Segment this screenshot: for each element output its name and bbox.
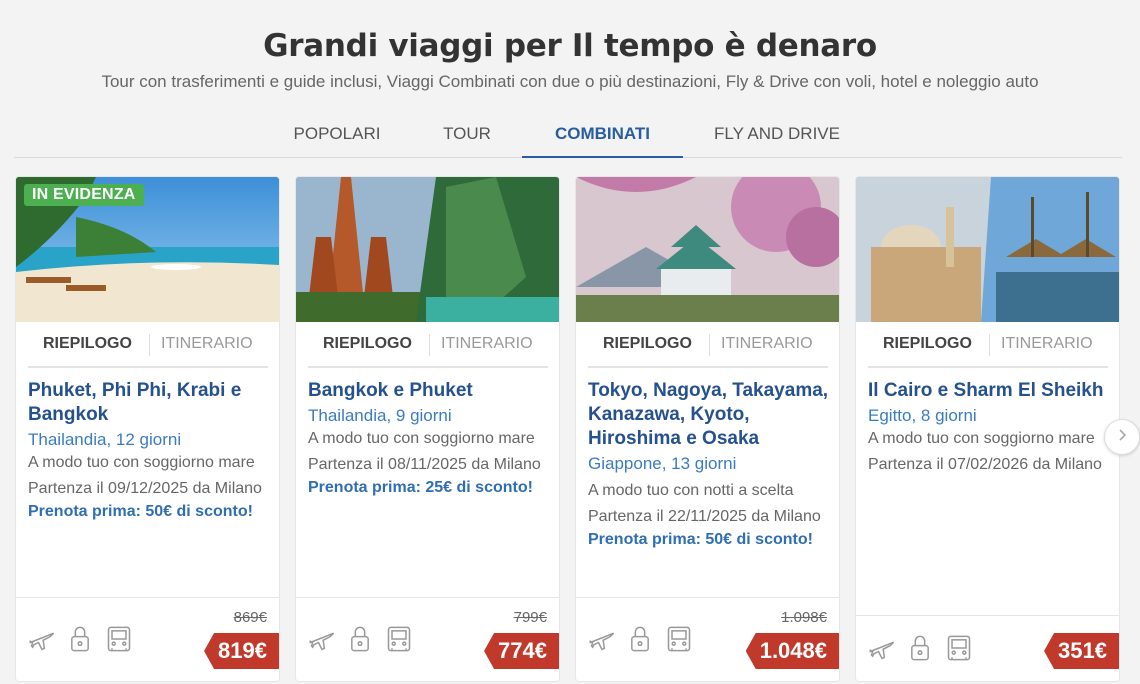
plane-icon (588, 625, 616, 658)
trip-card[interactable]: IN EVIDENZA RIEPILOGO ITINERARIO Phuket,… (15, 176, 280, 682)
bus-icon (945, 634, 973, 667)
bus-icon (665, 625, 693, 658)
tab-tour[interactable]: TOUR (407, 112, 527, 158)
subtab-divider (709, 334, 710, 356)
card-footer: 869€ 819€ (16, 597, 279, 681)
card-subtabs: RIEPILOGO ITINERARIO (308, 322, 548, 368)
trip-image[interactable] (576, 177, 839, 322)
service-icons (588, 625, 701, 658)
trip-country-days: Egitto, 8 giorni (868, 406, 977, 425)
subtab-itinerario[interactable]: ITINERARIO (1001, 335, 1093, 353)
trip-departure: Partenza il 08/11/2025 da Milano (308, 456, 541, 473)
subtab-riepilogo[interactable]: RIEPILOGO (883, 335, 972, 353)
service-icons (308, 625, 421, 658)
subtab-divider (989, 334, 990, 356)
service-icons (868, 634, 981, 667)
trip-country-days: Thailandia, 9 giorni (308, 406, 452, 425)
trip-image[interactable] (296, 177, 559, 322)
trip-destinations[interactable]: Phuket, Phi Phi, Krabi e Bangkok (28, 379, 272, 427)
tab-popolari[interactable]: POPOLARI (272, 112, 402, 158)
subtab-divider (149, 334, 150, 356)
trip-country-days: Giappone, 13 giorni (588, 454, 737, 473)
subtab-riepilogo[interactable]: RIEPILOGO (603, 335, 692, 353)
trip-destinations[interactable]: Tokyo, Nagoya, Takayama, Kanazawa, Kyoto… (588, 379, 832, 451)
subtab-divider (429, 334, 430, 356)
tab-combinati[interactable]: COMBINATI (522, 112, 683, 158)
card-footer: 1.098€ 1.048€ (576, 597, 839, 681)
card-body: Tokyo, Nagoya, Takayama, Kanazawa, Kyoto… (588, 379, 832, 551)
trip-mode: A modo tuo con soggiorno mare (868, 430, 1095, 447)
subtab-itinerario[interactable]: ITINERARIO (161, 335, 253, 353)
category-tabs: POPOLARI TOUR COMBINATI FLY AND DRIVE (14, 112, 1122, 158)
price-tag[interactable]: 351€ (1044, 633, 1119, 669)
trip-mode: A modo tuo con notti a scelta (588, 482, 794, 499)
trip-mode: A modo tuo con soggiorno mare (308, 430, 535, 447)
trip-promo: Prenota prima: 50€ di sconto! (28, 503, 253, 520)
trip-card[interactable]: RIEPILOGO ITINERARIO Bangkok e Phuket Th… (295, 176, 560, 682)
lock-icon (68, 625, 92, 658)
plane-icon (308, 625, 336, 658)
trip-card[interactable]: RIEPILOGO ITINERARIO Tokyo, Nagoya, Taka… (575, 176, 840, 682)
card-subtabs: RIEPILOGO ITINERARIO (28, 322, 268, 368)
price-tag[interactable]: 774€ (484, 633, 559, 669)
trip-country-days: Thailandia, 12 giorni (28, 430, 182, 449)
lock-icon (908, 634, 932, 667)
trip-departure: Partenza il 07/02/2026 da Milano (868, 456, 1102, 473)
trip-departure: Partenza il 22/11/2025 da Milano (588, 508, 821, 525)
price-tag[interactable]: 819€ (204, 633, 279, 669)
carousel-next-button[interactable] (1104, 419, 1140, 455)
subtab-riepilogo[interactable]: RIEPILOGO (43, 335, 132, 353)
card-body: Phuket, Phi Phi, Krabi e Bangkok Thailan… (28, 379, 272, 523)
bus-icon (105, 625, 133, 658)
plane-icon (28, 625, 56, 658)
page-title: Grandi viaggi per Il tempo è denaro (263, 28, 877, 64)
card-body: Bangkok e Phuket Thailandia, 9 giorni A … (308, 379, 552, 499)
card-subtabs: RIEPILOGO ITINERARIO (868, 322, 1108, 368)
featured-badge: IN EVIDENZA (24, 184, 144, 206)
trip-image[interactable] (856, 177, 1119, 322)
old-price: 869€ (233, 609, 267, 626)
chevron-right-icon (1115, 428, 1129, 447)
card-footer: 351€ (856, 615, 1119, 681)
old-price: 1.098€ (781, 609, 827, 626)
subtab-riepilogo[interactable]: RIEPILOGO (323, 335, 412, 353)
bus-icon (385, 625, 413, 658)
service-icons (28, 625, 141, 658)
trip-promo: Prenota prima: 50€ di sconto! (588, 531, 813, 548)
card-body: Il Cairo e Sharm El Sheikh Egitto, 8 gio… (868, 379, 1112, 475)
card-subtabs: RIEPILOGO ITINERARIO (588, 322, 828, 368)
trip-departure: Partenza il 09/12/2025 da Milano (28, 480, 262, 497)
trip-promo: Prenota prima: 25€ di sconto! (308, 479, 533, 496)
tab-fly-and-drive[interactable]: FLY AND DRIVE (697, 112, 857, 158)
trip-destinations[interactable]: Bangkok e Phuket (308, 379, 552, 403)
subtab-itinerario[interactable]: ITINERARIO (441, 335, 533, 353)
trip-destinations[interactable]: Il Cairo e Sharm El Sheikh (868, 379, 1112, 403)
trip-image[interactable]: IN EVIDENZA (16, 177, 279, 322)
card-footer: 799€ 774€ (296, 597, 559, 681)
lock-icon (628, 625, 652, 658)
trip-mode: A modo tuo con soggiorno mare (28, 454, 255, 471)
header: Grandi viaggi per Il tempo è denaro Tour… (0, 28, 1140, 92)
old-price: 799€ (513, 609, 547, 626)
subtab-itinerario[interactable]: ITINERARIO (721, 335, 813, 353)
trip-card[interactable]: RIEPILOGO ITINERARIO Il Cairo e Sharm El… (855, 176, 1120, 682)
plane-icon (868, 634, 896, 667)
page-subtitle: Tour con trasferimenti e guide inclusi, … (101, 72, 1039, 91)
price-tag[interactable]: 1.048€ (745, 633, 839, 669)
lock-icon (348, 625, 372, 658)
